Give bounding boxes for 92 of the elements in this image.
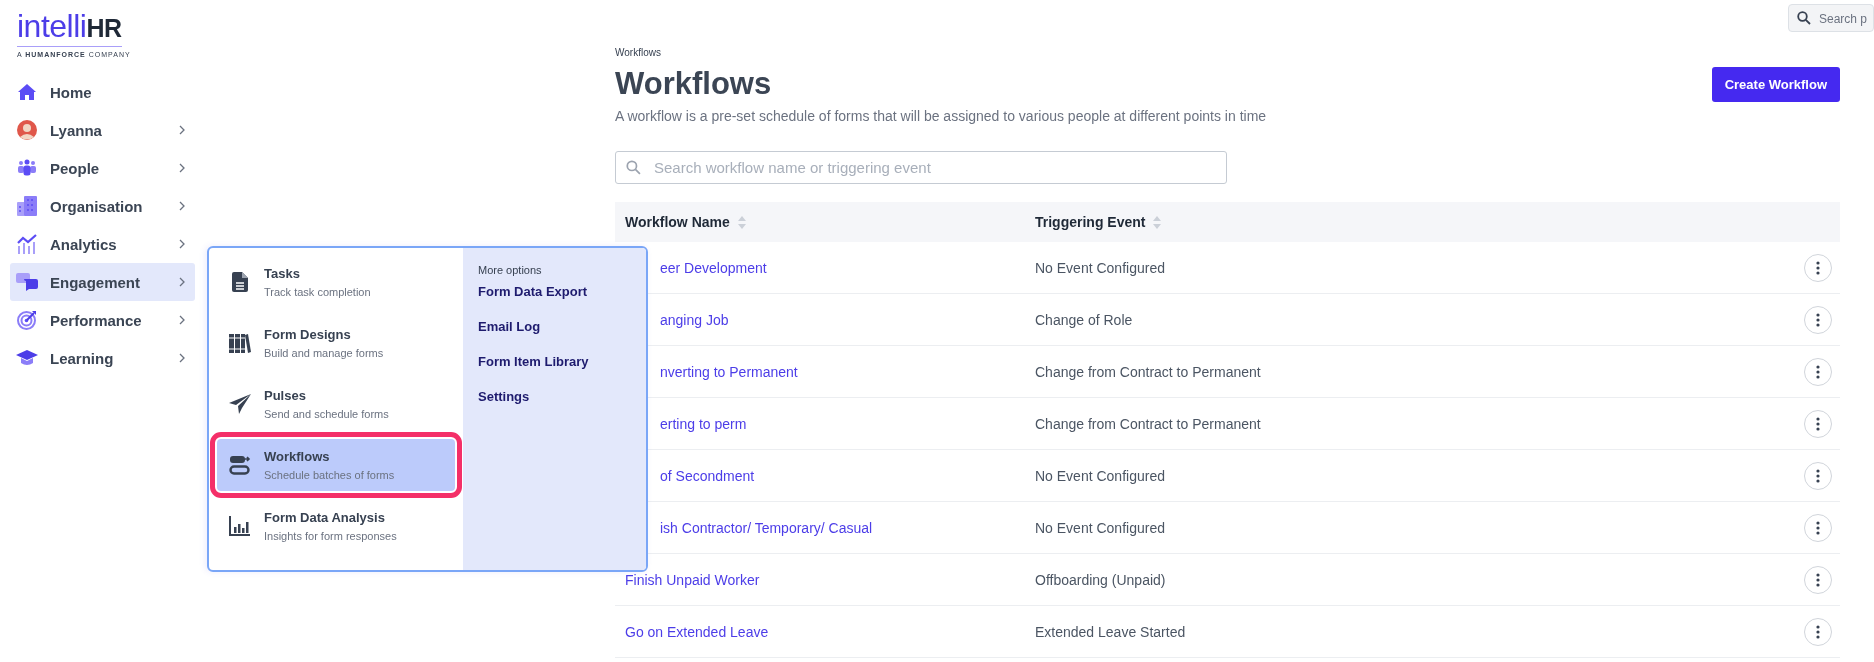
table-cell: Change of Role (1035, 311, 1133, 328)
page-description: A workflow is a pre-set schedule of forms that will be assigned to various people at different points in time (615, 108, 1268, 124)
table-cell: Extended Leave Started (1035, 623, 1186, 640)
more-options-button[interactable] (1804, 513, 1832, 542)
graduation-cap-icon (16, 349, 38, 367)
more-vertical-icon (1816, 468, 1820, 483)
breadcrumb[interactable]: Workflows (615, 47, 1840, 58)
menu-item[interactable]: Form Designs Build and manage forms (213, 317, 459, 369)
bar-chart-icon (229, 516, 251, 536)
target-icon (17, 310, 37, 330)
menu-item-title: Pulses (264, 388, 307, 403)
more-options-button[interactable] (1804, 461, 1832, 490)
people-icon (17, 159, 37, 177)
nav-item[interactable]: Home (10, 73, 195, 111)
table-cell: Change from Contract to Permanent (1035, 363, 1261, 380)
more-options-button[interactable] (1804, 357, 1832, 386)
more-options-button[interactable] (1804, 409, 1832, 438)
search-field[interactable]: Search workflow name or triggering event (615, 151, 1227, 184)
books-icon (229, 332, 251, 354)
chevron-right-icon (179, 315, 185, 325)
menu-item[interactable]: Pulses Send and schedule forms (213, 378, 459, 430)
table-cell: Offboarding (Unpaid) (1035, 571, 1166, 588)
menu-item-title: Tasks (264, 266, 301, 281)
workflow-name-link[interactable]: Finish Unpaid Worker (625, 571, 760, 588)
more-vertical-icon (1816, 624, 1820, 639)
document-icon (232, 272, 248, 292)
page-title: Workflows (615, 66, 772, 102)
nav-item[interactable]: Engagement (10, 263, 195, 301)
sort-icon[interactable] (1153, 215, 1162, 229)
workflow-name-link[interactable]: eer Development (660, 259, 767, 276)
more-vertical-icon (1816, 312, 1820, 327)
table-cell: Change from Contract to Permanent (1035, 415, 1261, 432)
search-icon (626, 160, 641, 175)
search-icon (1797, 11, 1811, 25)
workflow-name-link[interactable]: nverting to Permanent (660, 363, 798, 380)
building-icon (17, 196, 37, 216)
nav-item[interactable]: Analytics (10, 225, 195, 263)
workflow-name-link[interactable]: erting to perm (660, 415, 747, 432)
menu-link[interactable]: Email Log (478, 319, 631, 354)
chevron-right-icon (179, 239, 185, 249)
menu-item-title: Workflows (264, 449, 331, 464)
more-vertical-icon (1816, 572, 1820, 587)
more-vertical-icon (1816, 520, 1820, 535)
sort-icon[interactable] (737, 215, 746, 229)
more-vertical-icon (1816, 416, 1820, 431)
workflow-icon (229, 455, 251, 475)
menu-item-title: Form Designs (264, 327, 352, 342)
menu-item-subtitle: Schedule batches of forms (264, 469, 395, 481)
more-options-button[interactable] (1804, 565, 1832, 594)
logo-wordmark: intelliHR (17, 10, 122, 47)
column-header[interactable]: Workflow Name (625, 214, 730, 230)
nav-item[interactable]: Organisation (10, 187, 195, 225)
chevron-right-icon (179, 353, 185, 363)
workflow-name-link[interactable]: of Secondment (660, 467, 755, 484)
menu-link[interactable]: Settings (478, 389, 631, 424)
menu-item-subtitle: Insights for form responses (264, 530, 397, 542)
chat-icon (16, 273, 38, 291)
table-cell: No Event Configured (1035, 259, 1165, 276)
table-cell: No Event Configured (1035, 467, 1165, 484)
column-header[interactable]: Triggering Event (1035, 214, 1146, 230)
paper-plane-icon (229, 394, 251, 414)
menu-item-subtitle: Send and schedule forms (264, 408, 389, 420)
workflow-name-link[interactable]: Go on Extended Leave (625, 623, 769, 640)
avatar-icon (17, 120, 37, 140)
more-options-heading: More options (478, 264, 543, 276)
table-cell: No Event Configured (1035, 519, 1165, 536)
nav-item[interactable]: Performance (10, 301, 195, 339)
create-workflow-button[interactable]: Create Workflow (1711, 66, 1840, 102)
menu-item-title: Form Data Analysis (264, 510, 386, 525)
chevron-right-icon (179, 201, 185, 211)
menu-item-subtitle: Track task completion (264, 286, 371, 298)
menu-item[interactable]: Tasks Track task completion (213, 256, 459, 308)
menu-link[interactable]: Form Item Library (478, 354, 631, 389)
nav-item[interactable]: Learning (10, 339, 195, 377)
menu-item[interactable]: Form Data Analysis Insights for form responses (213, 500, 459, 552)
more-options-button[interactable] (1804, 253, 1832, 282)
nav-item[interactable]: Lyanna (10, 111, 195, 149)
nav-item[interactable]: People (10, 149, 195, 187)
more-options-button[interactable] (1804, 617, 1832, 646)
chevron-right-icon (179, 277, 185, 287)
chevron-right-icon (179, 125, 185, 135)
workflow-name-link[interactable]: ish Contractor/ Temporary/ Casual (660, 519, 873, 536)
chevron-right-icon (179, 163, 185, 173)
analytics-icon (17, 234, 37, 254)
menu-link[interactable]: Form Data Export (478, 284, 631, 319)
more-vertical-icon (1816, 260, 1820, 275)
more-options-button[interactable] (1804, 305, 1832, 334)
menu-item-subtitle: Build and manage forms (264, 347, 384, 359)
people-search-field[interactable]: Search p (1788, 4, 1874, 32)
home-icon (17, 83, 37, 101)
workflow-name-link[interactable]: anging Job (660, 311, 729, 328)
more-vertical-icon (1816, 364, 1820, 379)
